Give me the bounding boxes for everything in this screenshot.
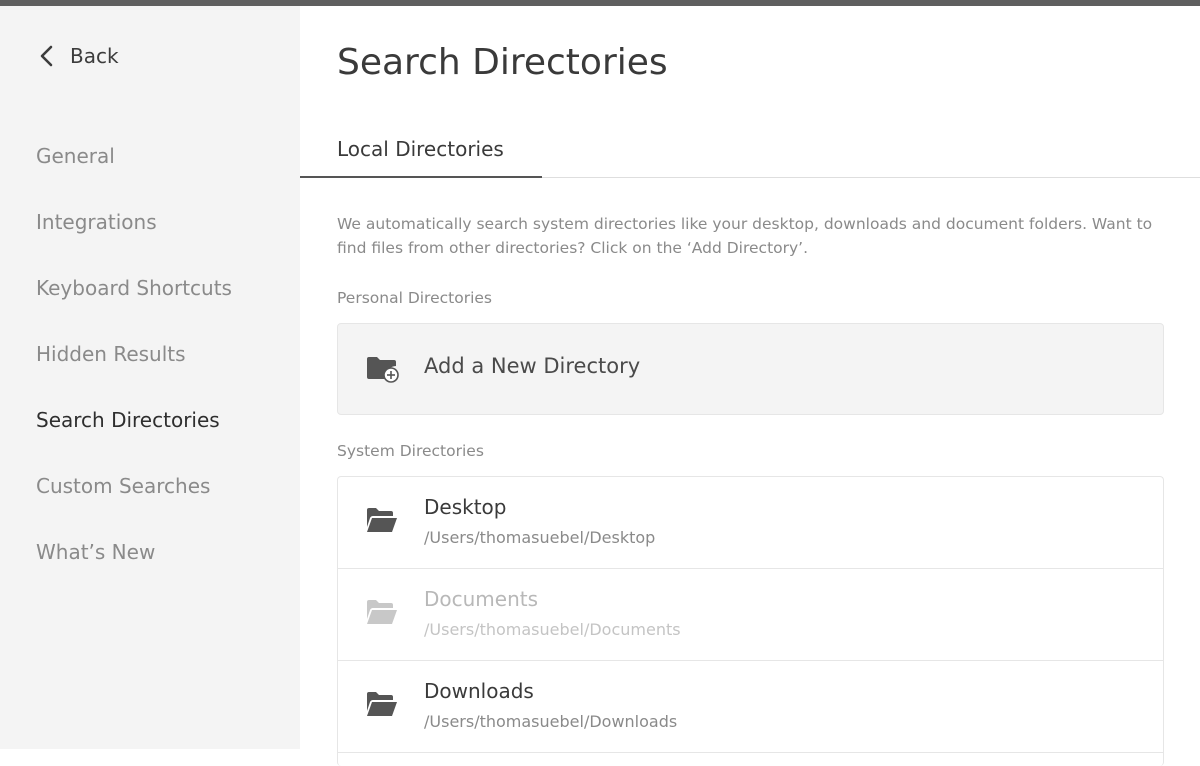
directory-path: /Users/thomasuebel/Documents [424, 620, 681, 639]
sidebar-item-hidden-results[interactable]: Hidden Results [36, 334, 232, 400]
system-directories-label: System Directories [337, 442, 484, 460]
sidebar-item-search-directories[interactable]: Search Directories [36, 400, 232, 466]
folder-add-icon [367, 357, 399, 383]
directory-path: /Users/thomasuebel/Desktop [424, 528, 656, 547]
back-label: Back [70, 44, 119, 68]
settings-sidebar: Back General Integrations Keyboard Short… [0, 6, 300, 749]
folder-open-icon [367, 692, 397, 716]
directory-row-downloads[interactable]: Downloads /Users/thomasuebel/Downloads [338, 661, 1163, 753]
back-button[interactable]: Back [38, 36, 119, 76]
chevron-left-icon [40, 45, 53, 67]
directory-row-desktop[interactable]: Desktop /Users/thomasuebel/Desktop [338, 477, 1163, 569]
folder-open-icon [367, 508, 397, 532]
sidebar-item-keyboard-shortcuts[interactable]: Keyboard Shortcuts [36, 268, 232, 334]
directory-path: /Users/thomasuebel/Downloads [424, 712, 678, 731]
directory-name: Desktop [424, 495, 507, 519]
main-content: Search Directories Local Directories We … [300, 6, 1200, 766]
add-directory-button[interactable]: Add a New Directory [337, 323, 1164, 415]
settings-nav: General Integrations Keyboard Shortcuts … [36, 136, 232, 598]
sidebar-item-custom-searches[interactable]: Custom Searches [36, 466, 232, 532]
system-directory-list: Desktop /Users/thomasuebel/Desktop Docum… [337, 476, 1164, 766]
add-directory-label: Add a New Directory [424, 354, 641, 378]
directory-name: Downloads [424, 679, 534, 703]
intro-text: We automatically search system directori… [337, 215, 1153, 257]
page-title: Search Directories [337, 42, 668, 83]
sidebar-item-general[interactable]: General [36, 136, 232, 202]
folder-open-icon [367, 600, 397, 624]
sidebar-item-integrations[interactable]: Integrations [36, 202, 232, 268]
tab-bar: Local Directories [300, 128, 1200, 178]
sidebar-item-whats-new[interactable]: What’s New [36, 532, 232, 598]
directory-name: Documents [424, 587, 539, 611]
directory-row-documents[interactable]: Documents /Users/thomasuebel/Documents [338, 569, 1163, 661]
tab-label: Local Directories [337, 137, 504, 161]
tab-local-directories[interactable]: Local Directories [300, 128, 542, 178]
personal-directories-label: Personal Directories [337, 289, 492, 307]
